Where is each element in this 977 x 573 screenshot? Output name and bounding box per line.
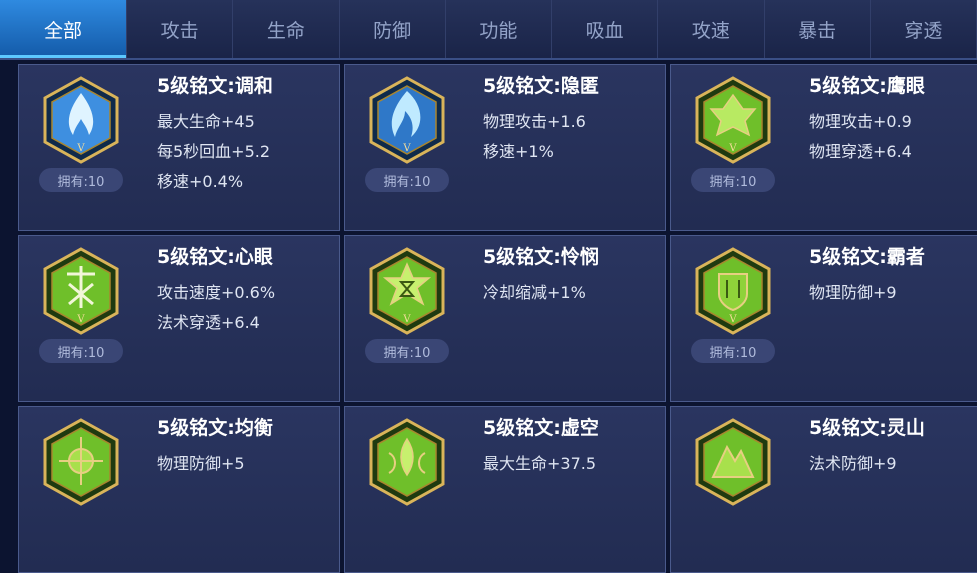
rune-stats: 冷却缩减+1% — [483, 278, 586, 308]
svg-text:V: V — [402, 314, 411, 325]
rune-stats: 物理攻击+1.6 移速+1% — [483, 107, 586, 167]
rune-card-stealth[interactable]: V 拥有:10 5级铭文:隐匿 物理攻击+1.6 移速+1% — [344, 64, 666, 231]
rune-stats: 攻击速度+0.6% 法术穿透+6.4 — [157, 278, 275, 338]
tab-attack[interactable]: 攻击 — [127, 0, 234, 58]
owned-count: 拥有:10 — [39, 339, 123, 363]
rune-title: 5级铭文:虚空 — [483, 417, 599, 439]
mountain-emblem-icon — [695, 418, 771, 506]
void-emblem-icon — [369, 418, 445, 506]
rune-stat: 物理穿透+6.4 — [809, 142, 912, 161]
rune-card-spirit-mountain[interactable]: 5级铭文:灵山 法术防御+9 — [670, 406, 977, 573]
shield-emblem-icon: V — [695, 247, 771, 335]
rune-title: 5级铭文:鹰眼 — [809, 75, 925, 97]
eagle-emblem-icon: V — [695, 76, 771, 164]
category-tab-bar: 全部 攻击 生命 防御 功能 吸血 攻速 暴击 穿透 — [0, 0, 977, 60]
tab-health[interactable]: 生命 — [233, 0, 340, 58]
rune-stat: 攻击速度+0.6% — [157, 283, 276, 302]
rune-stat: 移速+0.4% — [157, 172, 244, 191]
owned-count: 拥有:10 — [39, 168, 123, 192]
rune-stat: 法术穿透+6.4 — [157, 313, 260, 332]
tab-utility[interactable]: 功能 — [446, 0, 552, 58]
rune-stats: 物理防御+9 — [809, 278, 897, 308]
rune-grid: V 拥有:10 5级铭文:调和 最大生命+45 每5秒回血+5.2 移速+0.4… — [18, 64, 977, 573]
rune-title: 5级铭文:灵山 — [809, 417, 925, 439]
rune-stat: 物理防御+9 — [809, 283, 897, 302]
rune-stat: 冷却缩减+1% — [483, 283, 586, 302]
tab-penetration[interactable]: 穿透 — [871, 0, 977, 58]
owned-count: 拥有:10 — [365, 339, 449, 363]
rune-title: 5级铭文:怜悯 — [483, 246, 599, 268]
star-emblem-icon: V — [369, 247, 445, 335]
rune-title: 5级铭文:隐匿 — [483, 75, 599, 97]
rune-card-overlord[interactable]: V 拥有:10 5级铭文:霸者 物理防御+9 — [670, 235, 977, 402]
rune-card-harmony[interactable]: V 拥有:10 5级铭文:调和 最大生命+45 每5秒回血+5.2 移速+0.4… — [18, 64, 340, 231]
flame-emblem-icon: V — [369, 76, 445, 164]
rune-title: 5级铭文:均衡 — [157, 417, 273, 439]
rune-card-hawkeye[interactable]: V 拥有:10 5级铭文:鹰眼 物理攻击+0.9 物理穿透+6.4 — [670, 64, 977, 231]
rune-stat: 物理防御+5 — [157, 454, 245, 473]
svg-text:V: V — [728, 143, 737, 154]
rune-stats: 最大生命+37.5 — [483, 449, 596, 479]
rune-stat: 最大生命+45 — [157, 112, 255, 131]
rune-title: 5级铭文:霸者 — [809, 246, 925, 268]
rune-card-void[interactable]: 5级铭文:虚空 最大生命+37.5 — [344, 406, 666, 573]
rune-stat: 最大生命+37.5 — [483, 454, 597, 473]
rune-title: 5级铭文:调和 — [157, 75, 273, 97]
rune-stats: 最大生命+45 每5秒回血+5.2 移速+0.4% — [157, 107, 270, 197]
rune-card-mercy[interactable]: V 拥有:10 5级铭文:怜悯 冷却缩减+1% — [344, 235, 666, 402]
rune-stats: 物理防御+5 — [157, 449, 245, 479]
balance-emblem-icon — [43, 418, 119, 506]
rune-stat: 物理攻击+1.6 — [483, 112, 586, 131]
rune-stats: 法术防御+9 — [809, 449, 897, 479]
rune-card-balance[interactable]: 5级铭文:均衡 物理防御+5 — [18, 406, 340, 573]
flame-emblem-icon: V — [43, 76, 119, 164]
rune-stats: 物理攻击+0.9 物理穿透+6.4 — [809, 107, 912, 167]
svg-text:V: V — [76, 143, 85, 154]
rune-stat: 物理攻击+0.9 — [809, 112, 912, 131]
svg-text:V: V — [402, 143, 411, 154]
svg-text:V: V — [76, 314, 85, 325]
tab-attack-speed[interactable]: 攻速 — [658, 0, 765, 58]
rune-stat: 法术防御+9 — [809, 454, 897, 473]
tab-critical[interactable]: 暴击 — [765, 0, 871, 58]
heart-emblem-icon: V — [43, 247, 119, 335]
rune-card-insight[interactable]: V 拥有:10 5级铭文:心眼 攻击速度+0.6% 法术穿透+6.4 — [18, 235, 340, 402]
tab-defense[interactable]: 防御 — [340, 0, 446, 58]
owned-count: 拥有:10 — [691, 168, 775, 192]
svg-text:V: V — [728, 314, 737, 325]
owned-count: 拥有:10 — [365, 168, 449, 192]
rune-stat: 移速+1% — [483, 142, 554, 161]
rune-stat: 每5秒回血+5.2 — [157, 142, 271, 161]
tab-lifesteal[interactable]: 吸血 — [552, 0, 659, 58]
owned-count: 拥有:10 — [691, 339, 775, 363]
tab-all[interactable]: 全部 — [0, 0, 127, 58]
rune-title: 5级铭文:心眼 — [157, 246, 273, 268]
